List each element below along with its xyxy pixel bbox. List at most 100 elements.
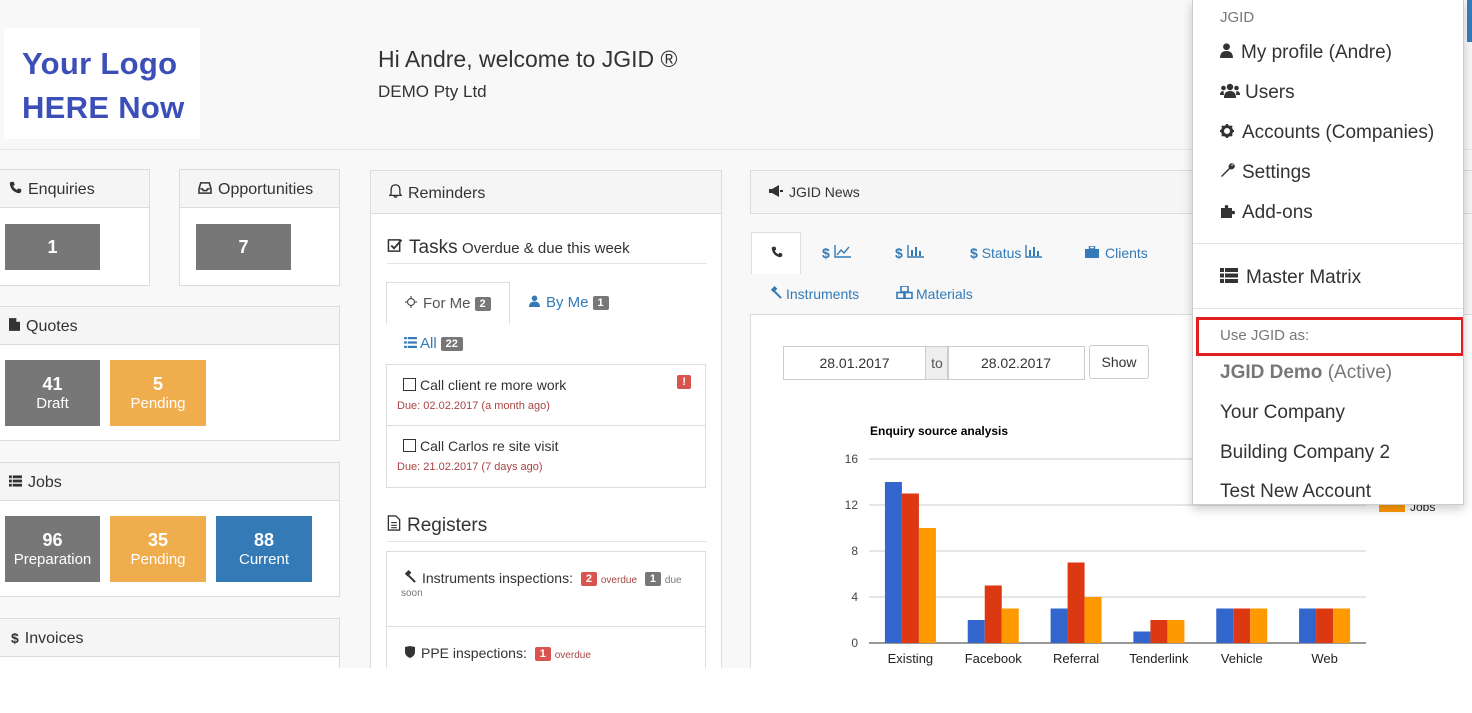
- quotes-pending-tile[interactable]: 5 Pending: [110, 360, 206, 426]
- scrollbar[interactable]: [1467, 0, 1472, 42]
- logo-line-1: Your Logo: [22, 46, 178, 81]
- tab-revenue-bars[interactable]: $: [895, 245, 924, 261]
- jobs-panel: Jobs 96 Preparation 35 Pending 88 Curren…: [0, 462, 340, 597]
- menu-item-account-your-company[interactable]: Your Company: [1220, 402, 1345, 424]
- phone-icon: [9, 181, 22, 197]
- app: Your Logo HERE Now Hi Andre, welcome to …: [0, 0, 1472, 668]
- tab-for-me-count: 2: [474, 297, 491, 312]
- list-item[interactable]: Call Carlos re site visit Due: 21.02.201…: [387, 426, 705, 487]
- quotes-draft-count: 41: [42, 374, 63, 394]
- invoices-header: $ Invoices: [0, 619, 339, 657]
- menu-item-account-building-company[interactable]: Building Company 2: [1220, 442, 1390, 464]
- tab-phone[interactable]: [751, 232, 801, 274]
- crosshair-icon: [405, 295, 417, 311]
- jobs-preparation-tile[interactable]: 96 Preparation: [5, 516, 100, 582]
- x-tick-label: Existing: [888, 651, 934, 666]
- quotes-pending-label: Pending: [130, 395, 186, 412]
- bar: [1299, 608, 1317, 643]
- menu-item-label: Accounts (Companies): [1242, 122, 1435, 143]
- due-label: due: [664, 575, 682, 586]
- x-tick-label: Web: [1311, 651, 1338, 666]
- active-state-label: (Active): [1327, 362, 1393, 383]
- y-tick-label: 8: [851, 544, 858, 558]
- bar: [1050, 608, 1068, 643]
- register-title: Instruments inspections:: [422, 570, 573, 586]
- registers-title: Registers: [407, 515, 488, 536]
- news-tabs: $ $ $ Status Clients Instruments Materia…: [750, 232, 1200, 317]
- tab-status[interactable]: $ Status: [970, 245, 1043, 261]
- tab-for-me[interactable]: For Me 2: [386, 282, 510, 324]
- tab-all-label: All: [420, 335, 437, 352]
- tab-revenue-trend[interactable]: $: [822, 245, 851, 261]
- opportunities-header: Opportunities: [180, 170, 339, 208]
- bar: [1067, 562, 1085, 643]
- invoices-title: Invoices: [24, 630, 84, 647]
- menu-item-master-matrix[interactable]: Master Matrix: [1220, 267, 1361, 289]
- list-item[interactable]: Instruments inspections: 2 overdue 1 due…: [387, 552, 705, 627]
- list-item[interactable]: Call client re more work Due: 02.02.2017…: [387, 365, 705, 426]
- bar: [1333, 608, 1351, 643]
- puzzle-icon: [1220, 202, 1236, 221]
- bar: [984, 585, 1002, 643]
- account-name: JGID Demo: [1220, 362, 1323, 383]
- x-tick-label: Vehicle: [1221, 651, 1263, 666]
- opportunities-count-tile[interactable]: 7: [196, 224, 291, 270]
- bar-chart-icon: [906, 245, 924, 261]
- logo-line-2: HERE Now: [22, 90, 185, 125]
- bar: [967, 620, 985, 643]
- hammer-icon: [769, 286, 782, 302]
- tab-materials[interactable]: Materials: [896, 285, 973, 302]
- overdue-count-badge: 1: [534, 647, 551, 662]
- menu-item-label: Add-ons: [1242, 202, 1313, 223]
- menu-item-accounts[interactable]: Accounts (Companies): [1220, 122, 1434, 144]
- menu-item-settings[interactable]: Settings: [1220, 162, 1311, 184]
- user-dropdown-menu: JGID My profile (Andre) Users Accounts (…: [1192, 0, 1464, 505]
- task-list: Call client re more work Due: 02.02.2017…: [386, 364, 706, 488]
- jobs-pending-tile[interactable]: 35 Pending: [110, 516, 206, 582]
- tab-clients[interactable]: Clients: [1085, 245, 1148, 261]
- registers-heading: Registers: [387, 515, 707, 542]
- hammer-icon: [403, 570, 416, 586]
- tab-all[interactable]: All 22: [404, 335, 463, 352]
- overdue-label: overdue: [600, 575, 638, 586]
- list-item[interactable]: PPE inspections: 1 overdue: [387, 627, 705, 668]
- dollar-icon: $: [11, 630, 19, 646]
- menu-item-my-profile[interactable]: My profile (Andre): [1220, 42, 1392, 64]
- task-due: Due: 21.02.2017 (7 days ago): [397, 461, 543, 473]
- menu-item-account-demo[interactable]: JGID Demo (Active): [1220, 362, 1392, 384]
- jobs-current-tile[interactable]: 88 Current: [216, 516, 312, 582]
- line-chart-icon: [833, 245, 851, 261]
- jobs-current-label: Current: [238, 551, 290, 568]
- tab-by-me-count: 1: [592, 296, 609, 311]
- checkbox[interactable]: [403, 378, 416, 391]
- bar-chart-icon: [1025, 245, 1043, 261]
- enquiries-panel: Enquiries 1: [0, 169, 150, 286]
- bar: [1084, 597, 1102, 643]
- tab-instruments[interactable]: Instruments: [769, 286, 859, 302]
- jobs-header: Jobs: [0, 463, 339, 501]
- checkbox[interactable]: [403, 439, 416, 452]
- enquiries-header: Enquiries: [0, 170, 149, 208]
- due-soon-label: soon: [401, 588, 423, 600]
- bar: [1216, 608, 1234, 643]
- wrench-icon: [1220, 162, 1236, 181]
- bar: [1250, 608, 1268, 643]
- menu-divider: [1193, 243, 1463, 244]
- dollar-icon: $: [970, 245, 978, 261]
- tab-by-me[interactable]: By Me 1: [529, 294, 609, 311]
- bell-icon: [388, 184, 403, 201]
- company-logo[interactable]: Your Logo HERE Now: [4, 28, 200, 139]
- tab-instruments-label: Instruments: [786, 286, 860, 302]
- bar: [1316, 608, 1334, 643]
- quotes-draft-tile[interactable]: 41 Draft: [5, 360, 100, 426]
- quotes-panel: Quotes 41 Draft 5 Pending: [0, 306, 340, 441]
- menu-item-account-test[interactable]: Test New Account: [1220, 481, 1371, 503]
- bar: [1001, 608, 1019, 643]
- jobs-current-count: 88: [253, 530, 275, 550]
- enquiries-count-tile[interactable]: 1: [5, 224, 100, 270]
- menu-item-users[interactable]: Users: [1220, 82, 1295, 104]
- cubes-icon: [896, 285, 913, 302]
- menu-item-addons[interactable]: Add-ons: [1220, 202, 1313, 224]
- tab-status-label: Status: [981, 245, 1022, 261]
- tasks-title: Tasks: [409, 237, 458, 258]
